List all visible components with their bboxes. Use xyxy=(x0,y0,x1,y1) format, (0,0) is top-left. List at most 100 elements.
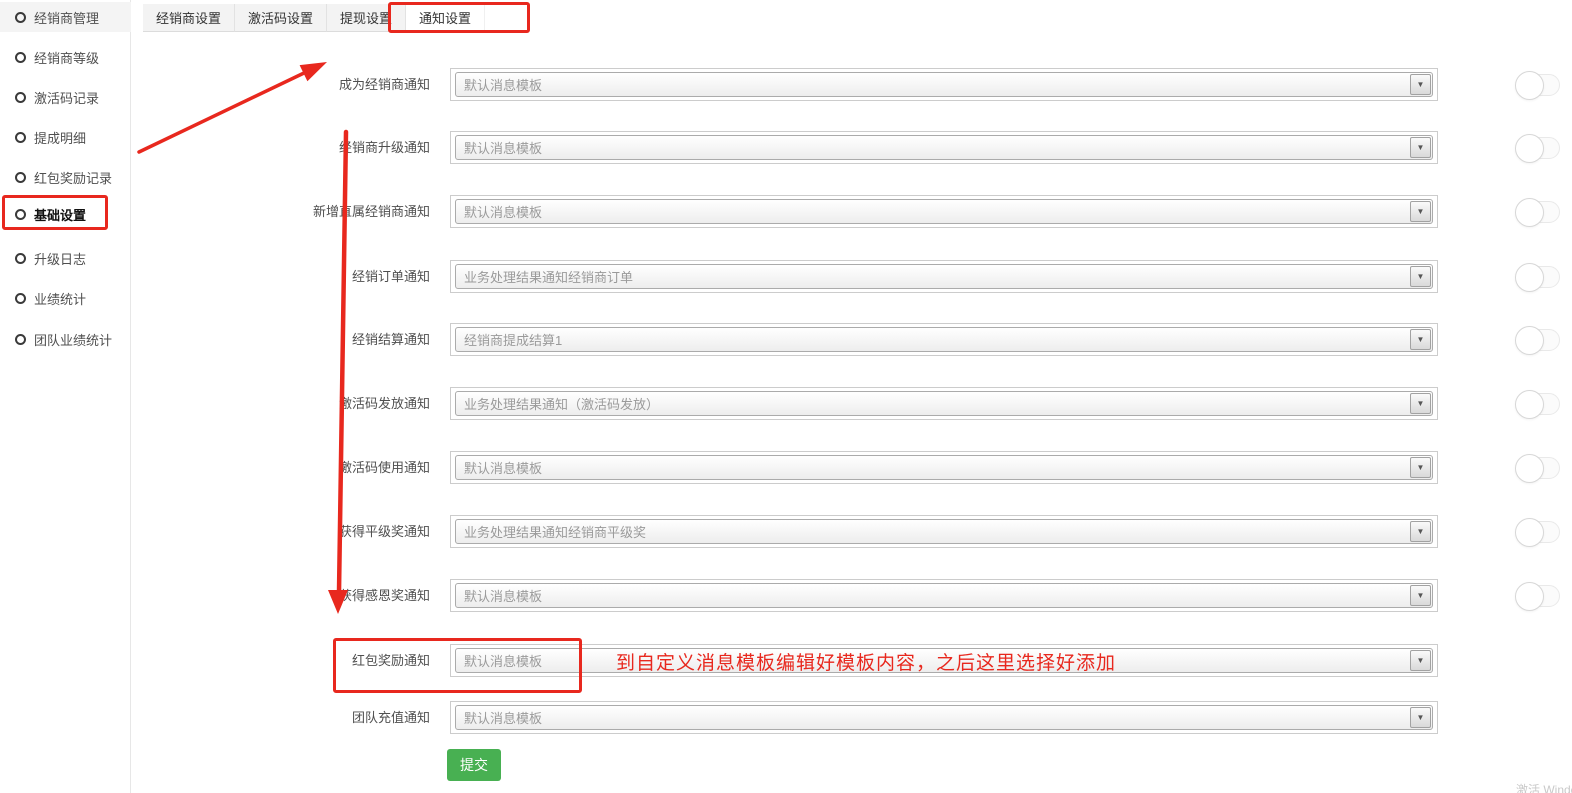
sidebar-item-red-packet-reward-records[interactable]: 红包奖励记录 xyxy=(0,162,131,192)
field-label-red-packet-reward-notice: 红包奖励通知 xyxy=(238,644,430,677)
select-value: 默认消息模板 xyxy=(456,75,1410,94)
radio-circle-icon xyxy=(15,172,26,183)
field-label-team-recharge-notice: 团队充值通知 xyxy=(238,701,430,734)
radio-circle-icon xyxy=(15,92,26,103)
select-value: 经销商提成结算1 xyxy=(456,330,1410,349)
toggle-knob xyxy=(1515,518,1544,547)
select-value: 业务处理结果通知经销商订单 xyxy=(456,267,1410,286)
select-wrapper-peer-award-notice: 业务处理结果通知经销商平级奖▼ xyxy=(450,515,1438,548)
select-dealer-order-notice[interactable]: 业务处理结果通知经销商订单▼ xyxy=(455,264,1433,289)
sidebar-item-basic-settings[interactable]: 基础设置 xyxy=(0,199,131,229)
select-wrapper-gratitude-award-notice: 默认消息模板▼ xyxy=(450,579,1438,612)
dropdown-arrow-icon[interactable]: ▼ xyxy=(1410,650,1431,671)
field-label-new-direct-dealer-notice: 新增直属经销商通知 xyxy=(238,195,430,228)
tab-label: 激活码设置 xyxy=(248,8,313,27)
select-value: 默认消息模板 xyxy=(456,138,1410,157)
dropdown-arrow-icon[interactable]: ▼ xyxy=(1410,137,1431,158)
field-label-dealer-settlement-notice: 经销结算通知 xyxy=(238,323,430,356)
tabbar: 经销商设置 激活码设置 提现设置 通知设置 xyxy=(143,4,485,32)
dropdown-arrow-icon[interactable]: ▼ xyxy=(1410,521,1431,542)
sidebar-item-upgrade-log[interactable]: 升级日志 xyxy=(0,243,131,273)
dropdown-arrow-icon[interactable]: ▼ xyxy=(1410,266,1431,287)
tab-dealer-settings[interactable]: 经销商设置 xyxy=(143,4,235,32)
toggle-knob xyxy=(1515,263,1544,292)
select-wrapper-become-dealer-notice: 默认消息模板▼ xyxy=(450,68,1438,101)
dropdown-arrow-icon[interactable]: ▼ xyxy=(1410,707,1431,728)
sidebar-item-label: 红包奖励记录 xyxy=(34,168,112,187)
select-value: 默认消息模板 xyxy=(456,202,1410,221)
dropdown-arrow-icon[interactable]: ▼ xyxy=(1410,201,1431,222)
select-dealer-upgrade-notice[interactable]: 默认消息模板▼ xyxy=(455,135,1433,160)
toggle-new-direct-dealer-notice[interactable] xyxy=(1516,201,1560,223)
field-label-activation-code-use-notice: 激活码使用通知 xyxy=(238,451,430,484)
toggle-dealer-upgrade-notice[interactable] xyxy=(1516,137,1560,159)
select-become-dealer-notice[interactable]: 默认消息模板▼ xyxy=(455,72,1433,97)
toggle-dealer-order-notice[interactable] xyxy=(1516,266,1560,288)
sidebar-item-dealer-management[interactable]: 经销商管理 xyxy=(0,2,131,32)
field-label-become-dealer-notice: 成为经销商通知 xyxy=(238,68,430,101)
dropdown-arrow-icon[interactable]: ▼ xyxy=(1410,74,1431,95)
toggle-knob xyxy=(1515,71,1544,100)
tab-label: 提现设置 xyxy=(340,8,392,27)
radio-circle-icon xyxy=(15,253,26,264)
tab-activation-code-settings[interactable]: 激活码设置 xyxy=(235,4,327,32)
select-value: 业务处理结果通知经销商平级奖 xyxy=(456,522,1410,541)
select-dealer-settlement-notice[interactable]: 经销商提成结算1▼ xyxy=(455,327,1433,352)
toggle-knob xyxy=(1515,326,1544,355)
select-wrapper-dealer-upgrade-notice: 默认消息模板▼ xyxy=(450,131,1438,164)
select-new-direct-dealer-notice[interactable]: 默认消息模板▼ xyxy=(455,199,1433,224)
select-wrapper-team-recharge-notice: 默认消息模板▼ xyxy=(450,701,1438,734)
select-value: 默认消息模板 xyxy=(456,708,1410,727)
toggle-knob xyxy=(1515,582,1544,611)
page: 经销商管理经销商等级激活码记录提成明细红包奖励记录基础设置升级日志业绩统计团队业… xyxy=(0,0,1572,793)
submit-button[interactable]: 提交 xyxy=(447,749,501,781)
toggle-activation-code-use-notice[interactable] xyxy=(1516,457,1560,479)
toggle-become-dealer-notice[interactable] xyxy=(1516,74,1560,96)
toggle-knob xyxy=(1515,390,1544,419)
sidebar: 经销商管理经销商等级激活码记录提成明细红包奖励记录基础设置升级日志业绩统计团队业… xyxy=(0,0,131,793)
sidebar-item-label: 经销商等级 xyxy=(34,48,99,67)
select-peer-award-notice[interactable]: 业务处理结果通知经销商平级奖▼ xyxy=(455,519,1433,544)
tab-label: 通知设置 xyxy=(419,8,471,27)
field-label-dealer-order-notice: 经销订单通知 xyxy=(238,260,430,293)
radio-circle-icon xyxy=(15,12,26,23)
select-team-recharge-notice[interactable]: 默认消息模板▼ xyxy=(455,705,1433,730)
select-wrapper-new-direct-dealer-notice: 默认消息模板▼ xyxy=(450,195,1438,228)
sidebar-item-dealer-level[interactable]: 经销商等级 xyxy=(0,42,131,72)
tab-notification-settings[interactable]: 通知设置 xyxy=(406,4,485,32)
select-activation-code-use-notice[interactable]: 默认消息模板▼ xyxy=(455,455,1433,480)
dropdown-arrow-icon[interactable]: ▼ xyxy=(1410,457,1431,478)
sidebar-item-activation-code-records[interactable]: 激活码记录 xyxy=(0,82,131,112)
sidebar-item-team-performance-stats[interactable]: 团队业绩统计 xyxy=(0,324,131,354)
select-wrapper-dealer-order-notice: 业务处理结果通知经销商订单▼ xyxy=(450,260,1438,293)
field-label-gratitude-award-notice: 获得感恩奖通知 xyxy=(238,579,430,612)
field-label-peer-award-notice: 获得平级奖通知 xyxy=(238,515,430,548)
toggle-activation-code-issue-notice[interactable] xyxy=(1516,393,1560,415)
select-value: 默认消息模板 xyxy=(456,586,1410,605)
dropdown-arrow-icon[interactable]: ▼ xyxy=(1410,585,1431,606)
watermark-text: 激活 Windows xyxy=(1516,781,1572,793)
tab-label: 经销商设置 xyxy=(156,8,221,27)
annotation-tip-text: 到自定义消息模板编辑好模板内容，之后这里选择好添加 xyxy=(616,648,1116,675)
sidebar-item-label: 提成明细 xyxy=(34,128,86,147)
select-wrapper-activation-code-use-notice: 默认消息模板▼ xyxy=(450,451,1438,484)
radio-circle-icon xyxy=(15,334,26,345)
toggle-dealer-settlement-notice[interactable] xyxy=(1516,329,1560,351)
sidebar-item-commission-details[interactable]: 提成明细 xyxy=(0,122,131,152)
dropdown-arrow-icon[interactable]: ▼ xyxy=(1410,329,1431,350)
toggle-peer-award-notice[interactable] xyxy=(1516,521,1560,543)
select-gratitude-award-notice[interactable]: 默认消息模板▼ xyxy=(455,583,1433,608)
sidebar-item-performance-stats[interactable]: 业绩统计 xyxy=(0,283,131,313)
toggle-knob xyxy=(1515,134,1544,163)
select-activation-code-issue-notice[interactable]: 业务处理结果通知（激活码发放）▼ xyxy=(455,391,1433,416)
sidebar-item-label: 团队业绩统计 xyxy=(34,330,112,349)
toggle-gratitude-award-notice[interactable] xyxy=(1516,585,1560,607)
radio-circle-icon xyxy=(15,293,26,304)
dropdown-arrow-icon[interactable]: ▼ xyxy=(1410,393,1431,414)
sidebar-item-label: 基础设置 xyxy=(34,205,86,224)
sidebar-item-label: 业绩统计 xyxy=(34,289,86,308)
select-value: 默认消息模板 xyxy=(456,458,1410,477)
sidebar-item-label: 经销商管理 xyxy=(34,8,99,27)
select-value: 业务处理结果通知（激活码发放） xyxy=(456,394,1410,413)
tab-withdrawal-settings[interactable]: 提现设置 xyxy=(327,4,406,32)
